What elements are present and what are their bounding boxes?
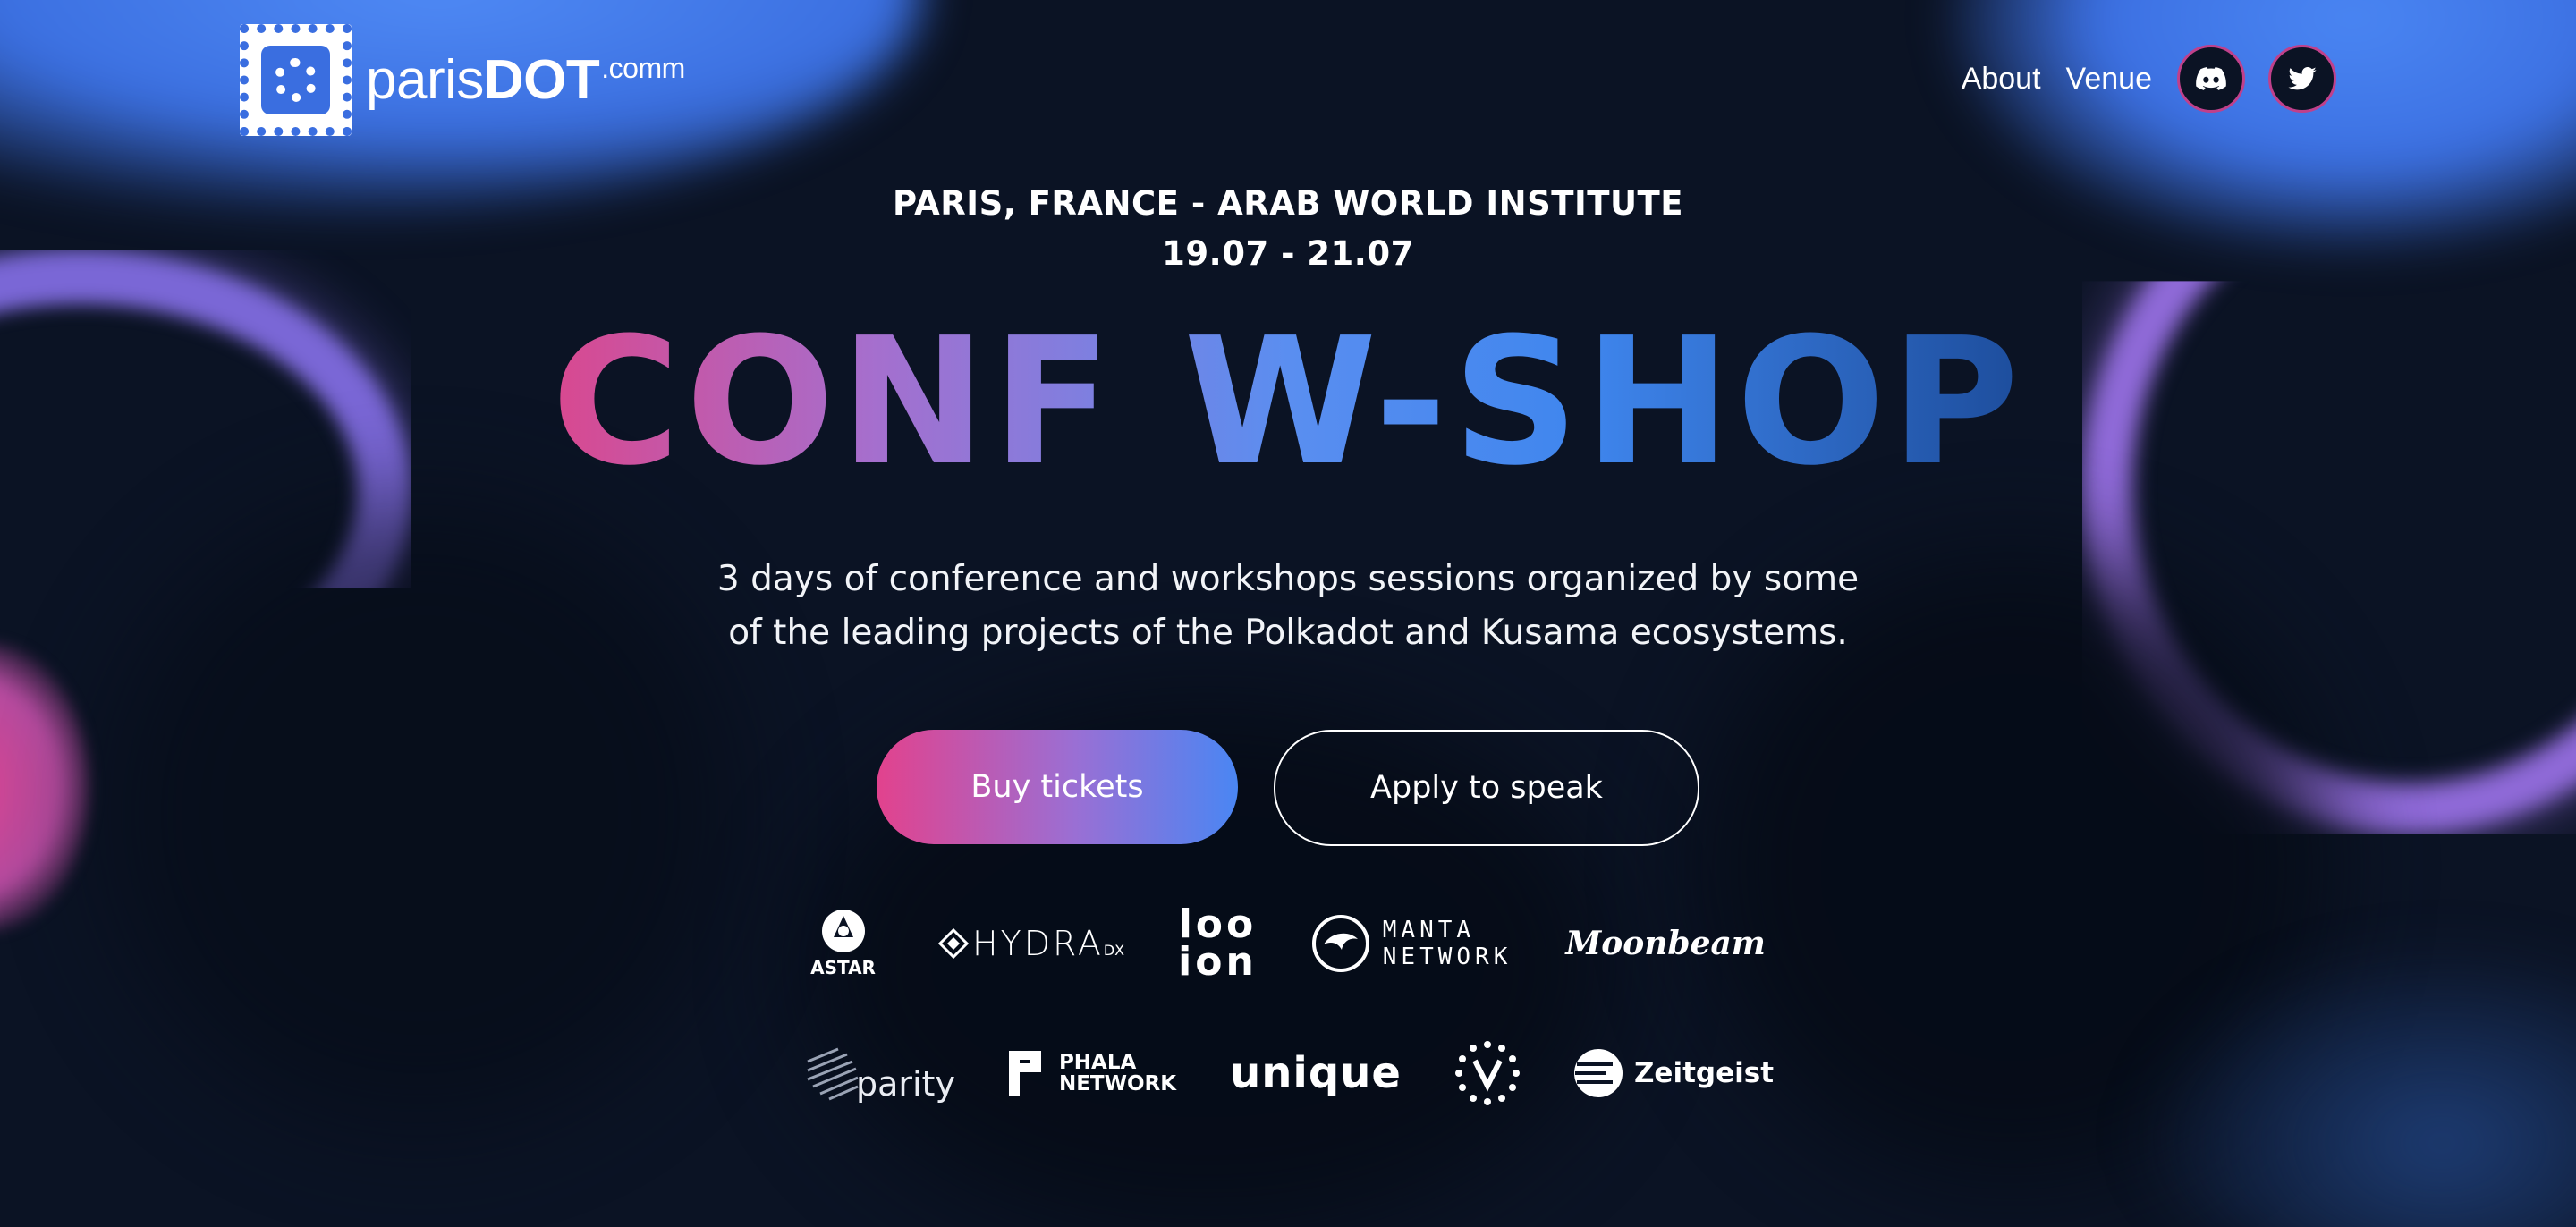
partner-name: MANTA: [1382, 917, 1476, 944]
partner-name: NETWORK: [1058, 1072, 1177, 1096]
logo-text-bold: DOT: [483, 49, 600, 111]
partner-suffix: DX: [1103, 942, 1125, 959]
discord-icon: [2196, 67, 2226, 90]
partner-name: ASTAR: [810, 957, 876, 978]
partner-name: parity: [855, 1064, 955, 1104]
astar-icon: [821, 910, 865, 952]
partner-name: PHALA: [1058, 1051, 1137, 1074]
partner-looion[interactable]: loo ion: [1178, 901, 1258, 985]
logo-wordmark: parisDOT.comm: [366, 52, 685, 108]
partner-v-logo[interactable]: [1454, 1041, 1520, 1105]
partner-hydradx[interactable]: HYDRA DX: [937, 924, 1125, 963]
manta-icon: [1311, 915, 1369, 972]
polkadot-logo-icon: [240, 24, 352, 136]
partner-name: NETWORK: [1382, 944, 1513, 970]
buy-tickets-button[interactable]: Buy tickets: [877, 730, 1238, 844]
apply-to-speak-button[interactable]: Apply to speak: [1274, 730, 1699, 846]
nav-about-link[interactable]: About: [1962, 62, 2041, 97]
site-header: parisDOT.comm About Venue: [0, 0, 2576, 161]
logo-text-regular: paris: [366, 49, 484, 111]
hero-title: CONF W-SHOP: [0, 304, 2576, 501]
partner-astar[interactable]: ASTAR: [810, 909, 876, 978]
partner-logos-row: parity PHALA NETWORK unique Zeitgeist: [0, 1037, 2576, 1109]
partner-logos-row: ASTAR HYDRA DX loo ion MANTA NETWORK Moo…: [0, 903, 2576, 984]
discord-button[interactable]: [2177, 45, 2245, 113]
partner-name: unique: [1230, 1048, 1402, 1098]
twitter-icon: [2288, 67, 2317, 90]
logo-text-suffix: .comm: [601, 52, 685, 84]
hero-description: 3 days of conference and workshops sessi…: [0, 553, 2576, 660]
partner-name: Moonbeam: [1565, 925, 1766, 962]
partner-name: Zeitgeist: [1633, 1057, 1775, 1089]
zeitgeist-icon: [1573, 1049, 1623, 1097]
hero-title-text: CONF W-SHOP: [551, 300, 2025, 504]
nav-venue-link[interactable]: Venue: [2066, 62, 2152, 97]
partner-name: loo: [1178, 901, 1258, 947]
site-logo[interactable]: parisDOT.comm: [240, 24, 685, 136]
hydradx-icon: [937, 928, 969, 959]
main-nav: About Venue: [1962, 45, 2336, 113]
twitter-button[interactable]: [2268, 45, 2336, 113]
v-logo-icon: [1454, 1041, 1520, 1105]
event-dates: 19.07 - 21.07: [1162, 234, 1414, 273]
hero-description-line: 3 days of conference and workshops sessi…: [716, 559, 1860, 599]
phala-icon: [1008, 1051, 1041, 1096]
partner-parity[interactable]: parity: [802, 1043, 955, 1104]
partner-moonbeam[interactable]: Moonbeam: [1565, 925, 1766, 962]
partner-unique[interactable]: unique: [1230, 1048, 1402, 1098]
partner-manta-network[interactable]: MANTA NETWORK: [1311, 914, 1513, 973]
hero-description-line: of the leading projects of the Polkadot …: [728, 613, 1848, 653]
partner-name: ion: [1178, 939, 1258, 985]
partner-phala-network[interactable]: PHALA NETWORK: [1008, 1051, 1177, 1096]
background-blob: [0, 644, 89, 930]
event-location-block: PARIS, FRANCE - ARAB WORLD INSTITUTE 19.…: [0, 179, 2576, 279]
partner-zeitgeist[interactable]: Zeitgeist: [1573, 1048, 1774, 1098]
event-location: PARIS, FRANCE - ARAB WORLD INSTITUTE: [892, 184, 1684, 223]
partner-name: HYDRA: [971, 924, 1104, 963]
